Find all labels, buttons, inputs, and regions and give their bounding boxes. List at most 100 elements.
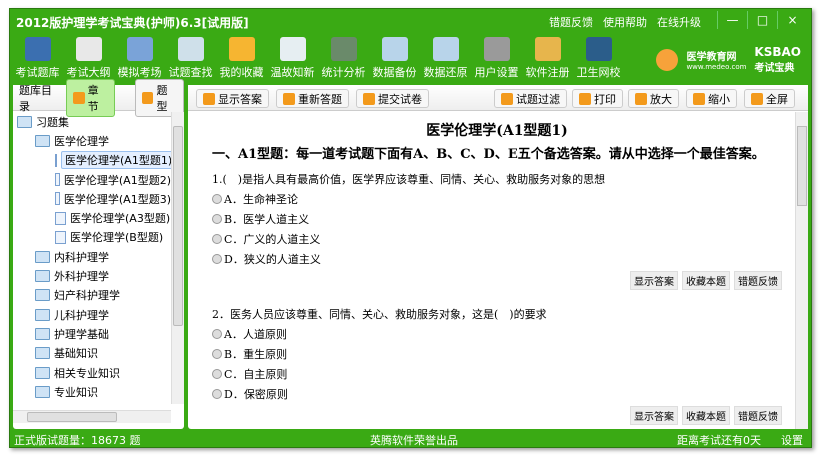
maximize-button[interactable]: □	[747, 11, 777, 29]
tree-node-label: 习题集	[36, 115, 69, 129]
error-feedback-link[interactable]: 错题反馈	[549, 14, 593, 30]
radio-icon[interactable]	[212, 254, 222, 264]
tree-horizontal-scrollbar[interactable]	[13, 410, 171, 423]
tree-node[interactable]: 儿科护理学	[13, 305, 171, 324]
favorite-button[interactable]: 收藏本题	[682, 406, 730, 425]
tree-node[interactable]: 妇产科护理学	[13, 286, 171, 305]
tree-node[interactable]: 相关专业知识	[13, 363, 171, 382]
section-instruction: 一、A1型题：每一道考试题下面有A、B、C、D、E五个备选答案。请从中选择一个最…	[212, 147, 765, 162]
tree-node[interactable]: 专业实践能力	[13, 401, 171, 404]
hammer-icon	[483, 37, 510, 61]
answer-option[interactable]: C．广义的人道主义	[212, 231, 782, 247]
show-answer-button[interactable]: 显示答案	[630, 406, 678, 425]
answer-option[interactable]: A．生命神圣论	[212, 191, 782, 207]
label: 显示答案	[218, 92, 262, 106]
tree-node[interactable]: 医学伦理学(A3型题)	[13, 208, 171, 227]
option-label: A．生命神圣论	[224, 193, 298, 206]
main-toolbar: 考试题库 考试大纲 模拟考场 试题查找 我的收藏 温故知新 统计分析 数据备份 数据还原 用户设置…	[12, 35, 624, 80]
toolbar-label: 试题查找	[168, 66, 213, 79]
radio-icon[interactable]	[212, 349, 222, 359]
lightbulb-icon	[279, 37, 306, 61]
tab-chapter[interactable]: 章节	[66, 78, 116, 117]
close-button[interactable]: ×	[777, 11, 807, 29]
radio-icon[interactable]	[212, 329, 222, 339]
toolbar-lightbulb-button[interactable]: 温故知新	[267, 35, 318, 80]
answer-option[interactable]: B．医学人道主义	[212, 211, 782, 227]
tree-node[interactable]: 专业知识	[13, 382, 171, 401]
toolbar-label: 考试题库	[15, 66, 60, 79]
toolbar-hammer-button[interactable]: 用户设置	[471, 35, 522, 80]
ksbao-logo: KSBAO	[754, 45, 801, 59]
submit-button[interactable]: 提交试卷	[356, 89, 429, 108]
list-icon	[142, 91, 154, 104]
ksbao-sub: 考试宝典	[754, 63, 795, 74]
print-button[interactable]: 打印	[572, 89, 623, 108]
show-answer-button[interactable]: 显示答案	[630, 271, 678, 290]
toolbar-book-button[interactable]: 考试题库	[12, 35, 63, 80]
tree-node[interactable]: 外科护理学	[13, 266, 171, 285]
toolbar-monitor-button[interactable]: 卫生网校	[573, 35, 624, 80]
medu-logo-icon	[656, 48, 679, 71]
app-window: 2012版护理学考试宝典(护师)6.3[试用版] 错题反馈 使用帮助 在线升级 …	[9, 8, 812, 448]
minimize-button[interactable]: —	[717, 11, 747, 29]
folder-icon	[17, 115, 32, 128]
monitor-icon	[585, 37, 612, 61]
tree-vertical-scrollbar[interactable]	[171, 112, 184, 404]
settings-link[interactable]: 设置	[781, 432, 803, 448]
answer-option[interactable]: B．重生原则	[212, 346, 782, 362]
tree-node[interactable]: 基础知识	[13, 344, 171, 363]
tree-node[interactable]: 医学伦理学(A1型题1)	[13, 151, 171, 170]
tree-node[interactable]: 护理学基础	[13, 324, 171, 343]
radio-icon[interactable]	[212, 214, 222, 224]
logo: 医学教育网 www.medeo.com KSBAO 考试宝典	[656, 45, 801, 74]
fullscreen-button[interactable]: 全屏	[744, 89, 795, 108]
answer-option[interactable]: C．自主原则	[212, 366, 782, 382]
tree-node[interactable]: 医学伦理学(A1型题2)	[13, 170, 171, 189]
redo-button[interactable]: 重新答题	[276, 89, 349, 108]
favorite-button[interactable]: 收藏本题	[682, 271, 730, 290]
toolbar-document-button[interactable]: 考试大纲	[63, 35, 114, 80]
radio-icon[interactable]	[212, 194, 222, 204]
question-text: 1.( )是指人具有最高价值，医学界应该尊重、同情、关心、救助服务对象的思想	[212, 173, 606, 186]
content-scrollbar[interactable]	[795, 112, 808, 429]
radio-icon[interactable]	[212, 389, 222, 399]
toolbar-floppy-backup-button[interactable]: 数据备份	[369, 35, 420, 80]
tree-node[interactable]: 习题集	[13, 112, 171, 131]
tree-node[interactable]: 医学伦理学(A1型题3)	[13, 189, 171, 208]
show-answer-button[interactable]: 显示答案	[196, 89, 269, 108]
folder-icon	[35, 347, 50, 360]
toolbar-star-button[interactable]: 我的收藏	[216, 35, 267, 80]
toolbar-padlock-button[interactable]: 软件注册	[522, 35, 573, 80]
report-error-button[interactable]: 错题反馈	[734, 271, 782, 290]
answer-option[interactable]: A．人道原则	[212, 326, 782, 342]
toolbar-floppy-restore-button[interactable]: 数据还原	[420, 35, 471, 80]
tree-node[interactable]: 医学伦理学	[13, 131, 171, 150]
radio-icon[interactable]	[212, 234, 222, 244]
catalog-tree: 习题集医学伦理学 医学伦理学(A1型题1) 医学伦理学(A1型题2) 医学伦理学(A1…	[13, 112, 171, 404]
toolbar-label: 数据备份	[372, 66, 417, 79]
floppy-backup-icon	[381, 37, 408, 61]
toolbar-chart-button[interactable]: 统计分析	[318, 35, 369, 80]
help-link[interactable]: 使用帮助	[603, 14, 647, 30]
tab-type[interactable]: 题型	[135, 78, 185, 117]
answer-option[interactable]: D．保密原则	[212, 386, 782, 402]
tree-node[interactable]: 内科护理学	[13, 247, 171, 266]
zoom-out-button[interactable]: 缩小	[686, 89, 737, 108]
report-error-button[interactable]: 错题反馈	[734, 406, 782, 425]
toolbar-label: 卫生网校	[576, 66, 621, 79]
toolbar-pencil-button[interactable]: 模拟考场	[114, 35, 165, 80]
tree-node-label: 医学伦理学(A1型题1)	[61, 151, 171, 170]
zoom-in-button[interactable]: 放大	[628, 89, 679, 108]
logo-url: www.medeo.com	[686, 63, 747, 71]
option-label: C．广义的人道主义	[224, 233, 321, 246]
online-upgrade-link[interactable]: 在线升级	[657, 14, 701, 30]
answer-option[interactable]: D．狭义的人道主义	[212, 251, 782, 267]
tree-node[interactable]: 医学伦理学(B型题)	[13, 228, 171, 247]
folder-icon	[35, 385, 50, 398]
filter-button[interactable]: 试题过滤	[494, 89, 567, 108]
tree-node-label: 妇产科护理学	[54, 289, 120, 303]
radio-icon[interactable]	[212, 369, 222, 379]
folder-icon	[35, 308, 50, 321]
toolbar-magnifier-button[interactable]: 试题查找	[165, 35, 216, 80]
tree-node-label: 专业实践能力	[54, 403, 120, 404]
